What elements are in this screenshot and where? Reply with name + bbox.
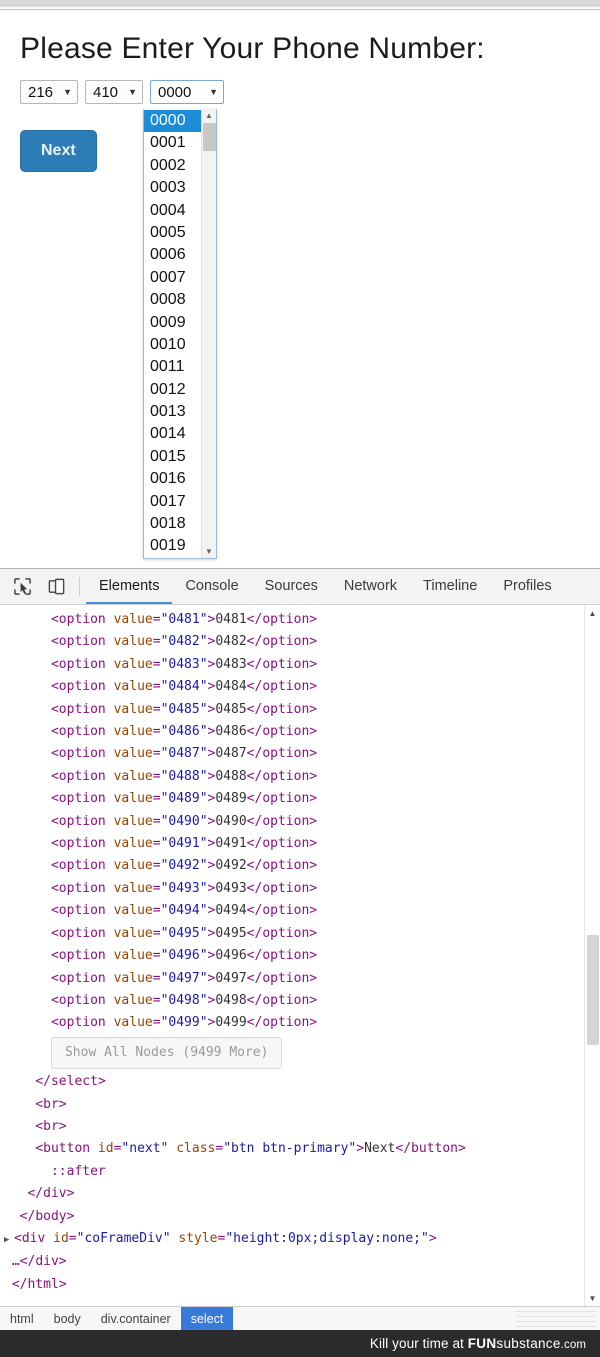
show-all-nodes-row[interactable]: Show All Nodes (9499 More) [4,1035,580,1071]
dom-line-option[interactable]: <option value="0487">0487</option> [4,743,580,765]
dom-line-close-select[interactable]: </select> [4,1071,580,1093]
watermark-text: Kill your time at FUNsubstance.com [370,1336,586,1351]
watermark-brand-rest: substance [496,1336,561,1351]
breadcrumb-item-html[interactable]: html [0,1307,44,1330]
next-button[interactable]: Next [20,130,97,172]
dom-line-option[interactable]: <option value="0497">0497</option> [4,968,580,990]
inspect-element-icon[interactable] [5,569,39,604]
show-all-nodes-button[interactable]: Show All Nodes (9499 More) [50,1036,283,1070]
page-title: Please Enter Your Phone Number: [20,32,485,65]
dom-line-option[interactable]: <option value="0494">0494</option> [4,900,580,922]
dom-line-frame-div[interactable]: ▶ <div id="coFrameDiv" style="height:0px;… [4,1228,580,1251]
scroll-down-arrow-icon[interactable]: ▼ [202,544,216,558]
dom-line-option[interactable]: <option value="0499">0499</option> [4,1012,580,1034]
devtools-tab-bar: Elements Console Sources Network Timeline Pro… [86,569,565,604]
tab-sources[interactable]: Sources [252,569,331,604]
watermark-brand-bold: FUN [467,1336,497,1351]
area-code-select[interactable]: 216 ▼ [20,80,78,104]
prefix-select[interactable]: 410 ▼ [85,80,143,104]
device-toolbar-icon[interactable] [39,569,73,604]
tab-console[interactable]: Console [172,569,251,604]
tab-network[interactable]: Network [331,569,410,604]
dom-line-option[interactable]: <option value="0493">0493</option> [4,878,580,900]
dom-line-option[interactable]: <option value="0486">0486</option> [4,721,580,743]
dom-line-close-body[interactable]: </body> [4,1206,580,1228]
dom-line-br[interactable]: <br> [4,1094,580,1116]
dropdown-scrollbar[interactable]: ▲ ▼ [201,109,216,558]
dom-line-option[interactable]: <option value="0498">0498</option> [4,990,580,1012]
dom-line-pseudo-after[interactable]: ::after [4,1161,580,1183]
dom-line-close-div[interactable]: </div> [4,1183,580,1205]
area-code-value: 216 [28,83,54,101]
dom-line-option[interactable]: <option value="0485">0485</option> [4,699,580,721]
page-viewport: Please Enter Your Phone Number: 216 ▼ 41… [0,10,600,568]
footer-watermark-bar: Kill your time at FUNsubstance.com [0,1330,600,1357]
dom-line-br[interactable]: <br> [4,1116,580,1138]
dom-scroll-thumb[interactable] [587,935,599,1045]
chevron-down-icon: ▼ [128,86,137,97]
screenshot-root: Please Enter Your Phone Number: 216 ▼ 41… [0,0,600,1357]
chevron-down-icon: ▼ [63,86,72,97]
watermark-tld: .com [560,1339,586,1351]
phone-number-select-row: 216 ▼ 410 ▼ 0000 ▼ [20,80,582,104]
dom-tree[interactable]: <option value="0481">0481</option> <opti… [0,605,600,1300]
dom-line-option[interactable]: <option value="0496">0496</option> [4,945,580,967]
prefix-value: 410 [93,83,119,101]
line-number-value: 0000 [158,83,192,101]
chevron-down-icon: ▼ [209,86,218,97]
dom-line-button[interactable]: <button id="next" class="btn btn-primary… [4,1138,580,1160]
line-number-select[interactable]: 0000 ▼ [150,80,224,104]
tab-elements[interactable]: Elements [86,569,173,604]
dom-line-option[interactable]: <option value="0495">0495</option> [4,923,580,945]
dom-line-frame-collapsed[interactable]: …</div> [4,1251,580,1273]
dom-line-option[interactable]: <option value="0489">0489</option> [4,788,580,810]
scroll-down-arrow-icon[interactable]: ▼ [585,1290,600,1306]
dom-line-option[interactable]: <option value="0491">0491</option> [4,833,580,855]
dom-line-option[interactable]: <option value="0490">0490</option> [4,811,580,833]
dom-line-option[interactable]: <option value="0483">0483</option> [4,654,580,676]
browser-chrome-strip [0,0,600,10]
line-number-dropdown-popup[interactable]: 0000 0001 0002 0003 0004 0005 0006 0007 0008 0009… [143,109,217,559]
tab-profiles[interactable]: Profiles [490,569,564,604]
breadcrumb-item-div-container[interactable]: div.container [91,1307,181,1330]
scroll-up-arrow-icon[interactable]: ▲ [585,605,600,621]
dom-tree-scrollbar[interactable]: ▲ ▼ [584,605,600,1306]
toolbar-divider [79,577,80,596]
dom-tree-viewport[interactable]: <option value="0481">0481</option> <opti… [0,605,600,1306]
resize-grip-handle[interactable] [516,1311,596,1327]
dom-line-option[interactable]: <option value="0488">0488</option> [4,766,580,788]
breadcrumb: html body div.container select [0,1306,600,1330]
watermark-prefix: Kill your time at [369,1336,468,1351]
dom-line-option[interactable]: <option value="0482">0482</option> [4,631,580,653]
breadcrumb-item-body[interactable]: body [44,1307,91,1330]
dom-line-option[interactable]: <option value="0481">0481</option> [4,609,580,631]
dropdown-scroll-thumb[interactable] [203,123,216,151]
dom-line-option[interactable]: <option value="0484">0484</option> [4,676,580,698]
tab-timeline[interactable]: Timeline [410,569,490,604]
dom-line-option[interactable]: <option value="0492">0492</option> [4,855,580,877]
devtools-toolbar: Elements Console Sources Network Timeline Pro… [0,569,600,605]
scroll-up-arrow-icon[interactable]: ▲ [202,109,216,122]
dom-line-close-html[interactable]: </html> [4,1274,580,1296]
devtools-panel: Elements Console Sources Network Timeline Pro… [0,568,600,1330]
breadcrumb-item-select[interactable]: select [180,1307,234,1330]
